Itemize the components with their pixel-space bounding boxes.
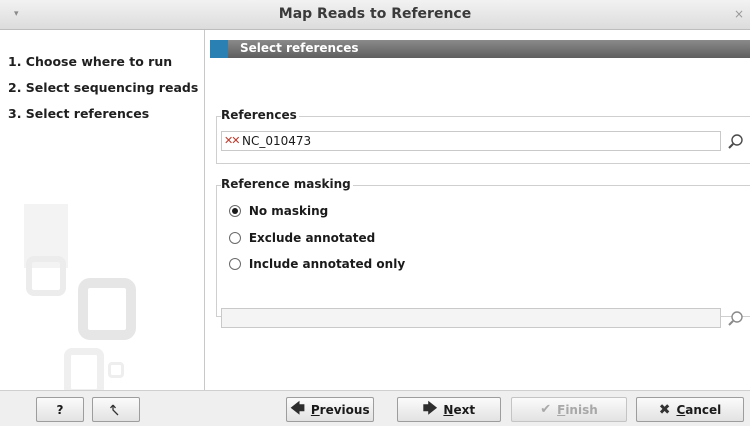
section-accent bbox=[210, 40, 228, 58]
sequence-icon: ✕✕ bbox=[224, 134, 240, 147]
radio-button[interactable] bbox=[229, 257, 241, 270]
close-icon[interactable]: × bbox=[732, 7, 746, 21]
decorative-shape bbox=[26, 256, 66, 296]
next-button[interactable]: 🡆 Next bbox=[397, 397, 501, 422]
radio-include-annotated-only[interactable]: Include annotated only bbox=[229, 256, 405, 272]
reference-masking-group: Reference masking No masking Exclude ann… bbox=[216, 177, 750, 328]
help-label: ? bbox=[56, 402, 64, 417]
reference-masking-group-label: Reference masking bbox=[221, 177, 353, 191]
window-title: Map Reads to Reference bbox=[278, 6, 472, 22]
reset-icon bbox=[110, 404, 119, 415]
section-title: Select references bbox=[240, 41, 359, 55]
help-button[interactable]: ? bbox=[36, 397, 84, 422]
wizard-steps-panel: 1. Choose where to run 2. Select sequenc… bbox=[0, 30, 205, 390]
radio-no-masking[interactable]: No masking bbox=[229, 203, 328, 219]
step-select-references: 3. Select references bbox=[8, 106, 150, 121]
next-label: Next bbox=[443, 402, 476, 417]
reference-field[interactable]: ✕✕ NC_010473 bbox=[221, 131, 721, 151]
section-header: Select references bbox=[210, 40, 750, 58]
arrow-left-icon: 🡄 bbox=[290, 400, 305, 417]
previous-button[interactable]: 🡄 Previous bbox=[286, 397, 374, 422]
cancel-x-icon: ✖ bbox=[658, 401, 671, 418]
decorative-shape bbox=[108, 362, 124, 378]
browse-icon[interactable] bbox=[727, 132, 745, 150]
wizard-content: Select references References ✕✕ NC_01047… bbox=[206, 30, 750, 390]
title-bar: ▾ Map Reads to Reference × bbox=[0, 0, 750, 30]
radio-exclude-annotated[interactable]: Exclude annotated bbox=[229, 230, 375, 246]
decorative-shape bbox=[78, 278, 136, 340]
arrow-right-icon: 🡆 bbox=[422, 400, 438, 417]
cancel-label: Cancel bbox=[676, 402, 722, 417]
references-group: References ✕✕ NC_010473 bbox=[216, 108, 750, 164]
decorative-shape bbox=[64, 348, 104, 390]
radio-label: Exclude annotated bbox=[248, 230, 376, 245]
annotation-track-field[interactable] bbox=[221, 308, 721, 328]
reference-value: NC_010473 bbox=[242, 134, 312, 148]
cancel-button[interactable]: ✖ Cancel bbox=[636, 397, 744, 422]
references-group-label: References bbox=[221, 108, 299, 122]
browse-icon[interactable] bbox=[727, 309, 745, 327]
radio-label: No masking bbox=[248, 203, 329, 218]
previous-label: Previous bbox=[310, 402, 370, 417]
checkmark-icon: ✔ bbox=[540, 402, 552, 417]
finish-label: Finish bbox=[557, 402, 598, 417]
step-choose-where-to-run: 1. Choose where to run bbox=[8, 54, 173, 69]
radio-button[interactable] bbox=[229, 204, 241, 217]
radio-label: Include annotated only bbox=[248, 256, 406, 271]
finish-button[interactable]: ✔ Finish bbox=[511, 397, 627, 422]
step-select-sequencing-reads: 2. Select sequencing reads bbox=[8, 80, 199, 95]
reset-button[interactable] bbox=[92, 397, 140, 422]
button-bar: ? 🡄 Previous 🡆 Next ✔ Finish ✖ Cancel bbox=[0, 390, 750, 426]
radio-button[interactable] bbox=[229, 231, 241, 244]
